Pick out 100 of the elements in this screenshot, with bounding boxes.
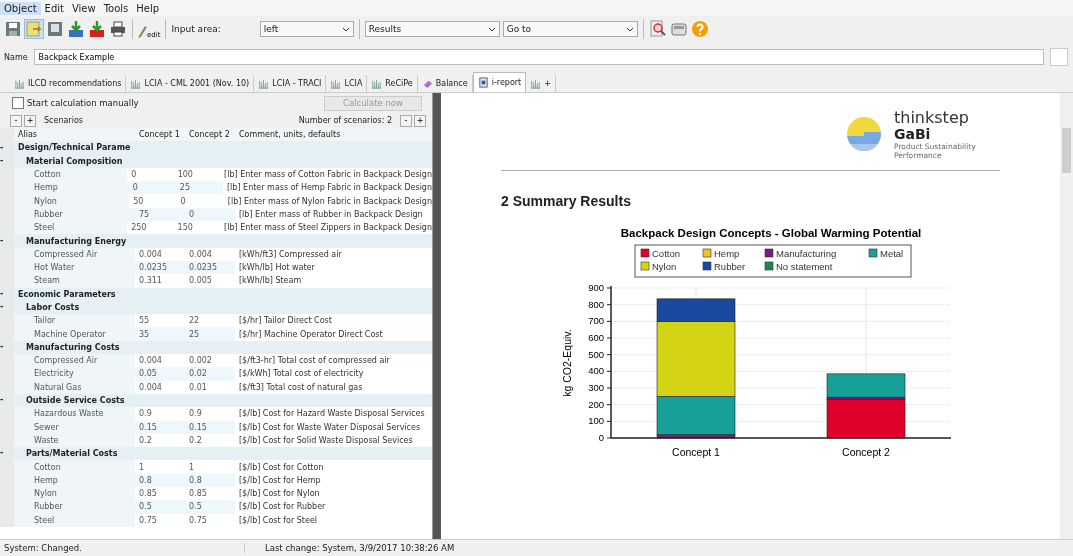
remove-scenario-button[interactable]: - bbox=[400, 114, 412, 127]
input-area-dropdown[interactable]: left bbox=[259, 21, 354, 37]
table-cell-text: [$/lb] Cost for Solid Waste Disposal Sevices bbox=[238, 434, 414, 447]
table-cell-text: [$/hr] Tailor Direct Cost bbox=[238, 315, 333, 328]
table-cell[interactable]: 0 bbox=[128, 181, 176, 195]
group-label: Design/Technical Parame bbox=[17, 142, 132, 155]
tab[interactable]: LCIA - TRACI bbox=[254, 75, 327, 92]
goto-dropdown[interactable]: Go to bbox=[502, 21, 638, 37]
table-cell: Compressed Air bbox=[14, 354, 135, 368]
y-tick-label: 200 bbox=[588, 398, 604, 410]
table-cell[interactable]: 35 bbox=[135, 327, 185, 341]
table-cell: Hemp bbox=[14, 181, 129, 195]
scenarios-label: Scenarios bbox=[44, 116, 83, 125]
table-cell-text: [lb] Enter mass of Rubber in Backpack Design bbox=[238, 208, 424, 221]
table-cell[interactable]: 0.05 bbox=[135, 367, 185, 381]
save-icon[interactable] bbox=[4, 20, 22, 38]
menu-item[interactable]: Help bbox=[132, 1, 164, 15]
expand-button[interactable]: + bbox=[24, 114, 36, 127]
bar-chart-icon bbox=[330, 78, 342, 89]
table-cell-text: [$/lb] Cost for Steel bbox=[238, 514, 319, 527]
collapse-button[interactable]: - bbox=[10, 114, 22, 127]
print-icon[interactable] bbox=[109, 20, 127, 38]
y-tick-label: 300 bbox=[588, 382, 604, 393]
table-cell: Steam bbox=[14, 274, 135, 288]
chart-title: Backpack Design Concepts - Global Warming Potential bbox=[620, 227, 922, 239]
menu-item[interactable]: Edit bbox=[40, 1, 68, 15]
name-field[interactable]: Backpack Example bbox=[33, 49, 1044, 65]
table-cell-text: [lb] Enter mass of Cotton Fabric in Backpack Design bbox=[223, 169, 432, 182]
table-cell-text: [kWh/lb] Hot water bbox=[238, 262, 316, 275]
view-dropdown[interactable]: Results bbox=[364, 21, 500, 37]
table-cell: Electricity bbox=[14, 367, 135, 381]
menu-item[interactable]: Tools bbox=[99, 1, 133, 15]
eraser-icon bbox=[421, 78, 433, 89]
tab[interactable]: LCIA - CML 2001 (Nov. 10) bbox=[126, 75, 255, 92]
product-name: GaBi bbox=[894, 125, 931, 142]
window-icon[interactable] bbox=[669, 20, 688, 38]
scrollbar[interactable] bbox=[1060, 93, 1073, 539]
add-scenario-button[interactable]: + bbox=[414, 114, 426, 127]
menu-item[interactable]: View bbox=[67, 1, 100, 15]
table-cell[interactable]: 25 bbox=[185, 327, 235, 341]
bar-chart-icon bbox=[530, 78, 542, 89]
save-report-icon[interactable] bbox=[46, 20, 64, 38]
section-heading: 2 Summary Results bbox=[501, 193, 631, 209]
legend-label: Nylon bbox=[652, 260, 677, 272]
scenario-count: Number of scenarios: 2 bbox=[298, 116, 392, 125]
caret-icon bbox=[487, 26, 496, 32]
table-cell: Rubber bbox=[14, 500, 135, 514]
table-cell[interactable]: 25 bbox=[175, 181, 223, 195]
side-button[interactable] bbox=[1049, 48, 1068, 66]
group-label: Outside Service Costs bbox=[25, 395, 126, 408]
manual-checkbox[interactable]: Start calculation manually bbox=[12, 97, 139, 109]
tab[interactable]: ILCD recommendations bbox=[10, 75, 127, 92]
tab[interactable]: LCIA bbox=[326, 75, 368, 92]
group-label: Labor Costs bbox=[25, 302, 81, 314]
bar-chart-icon bbox=[14, 78, 25, 89]
legend-label: Metal bbox=[880, 247, 904, 259]
table-cell[interactable]: 0.5 bbox=[135, 500, 185, 514]
caret-icon bbox=[341, 26, 350, 32]
collapse-toggle[interactable]: - bbox=[0, 447, 14, 461]
table-cell-text: [lb] Enter mass of Steel Zippers in Backpack Design bbox=[223, 222, 432, 235]
group-label: Manufacturing Energy bbox=[25, 235, 128, 248]
tab[interactable]: i-report bbox=[472, 72, 527, 92]
table-cell-text: [kWh/ft3] Compressed air bbox=[238, 248, 343, 261]
y-tick-label: 100 bbox=[588, 415, 604, 427]
status-text: Last change: System, 3/9/2017 10:38:26 AM bbox=[264, 543, 455, 553]
legend-label: Rubber bbox=[714, 260, 746, 272]
table-cell-text: [$/kWh] Total cost of electricity bbox=[238, 368, 365, 381]
table-cell-text: [lb] Enter mass of Nylon Fabric in Backpack Design bbox=[226, 195, 432, 208]
tab[interactable]: + bbox=[526, 75, 556, 92]
y-tick-label: 800 bbox=[588, 298, 604, 310]
y-tick-label: 500 bbox=[588, 348, 604, 360]
table-cell-text: [lb] Enter mass of Hemp Fabric in Backpack Design bbox=[226, 182, 432, 195]
menu-item[interactable]: Object bbox=[0, 1, 41, 15]
help-icon[interactable] bbox=[690, 20, 709, 38]
table-cell-text: [$/hr] Machine Operator Direct Cost bbox=[238, 328, 384, 341]
legend-label: Hemp bbox=[714, 247, 740, 259]
zoom-icon[interactable] bbox=[648, 20, 667, 38]
splitter[interactable] bbox=[432, 93, 441, 539]
group-label: Material Composition bbox=[25, 155, 124, 168]
collapse-toggle[interactable]: - bbox=[0, 141, 14, 155]
collapse-toggle[interactable]: - bbox=[0, 234, 14, 248]
table-cell[interactable]: 0.02 bbox=[185, 367, 235, 381]
status-text: System: Changed. bbox=[0, 543, 245, 553]
download-icon[interactable] bbox=[67, 20, 85, 38]
y-tick-label: 600 bbox=[588, 332, 604, 343]
logo-icon bbox=[846, 116, 882, 152]
tab[interactable]: Balance bbox=[417, 75, 473, 92]
table-cell: Nylon bbox=[14, 487, 135, 501]
table-cell-text: [$/lb] Cost for Cotton bbox=[238, 461, 325, 474]
tab[interactable]: ReCiPe bbox=[367, 75, 418, 92]
report-icon[interactable] bbox=[25, 20, 43, 38]
y-axis-label: kg CO2-Equiv. bbox=[561, 329, 573, 397]
table-cell[interactable]: 0.5 bbox=[185, 500, 235, 514]
brand-name: thinkstep bbox=[894, 108, 970, 126]
download-icon[interactable] bbox=[88, 20, 106, 38]
table-cell-text: [$/ft3-hr] Total cost of compressed air bbox=[238, 355, 391, 368]
bar-chart-icon bbox=[371, 78, 383, 89]
table-cell-text: [$/lb] Cost for Nylon bbox=[238, 488, 321, 501]
group-label: Economic Parameters bbox=[17, 288, 117, 301]
report-icon bbox=[477, 77, 489, 88]
